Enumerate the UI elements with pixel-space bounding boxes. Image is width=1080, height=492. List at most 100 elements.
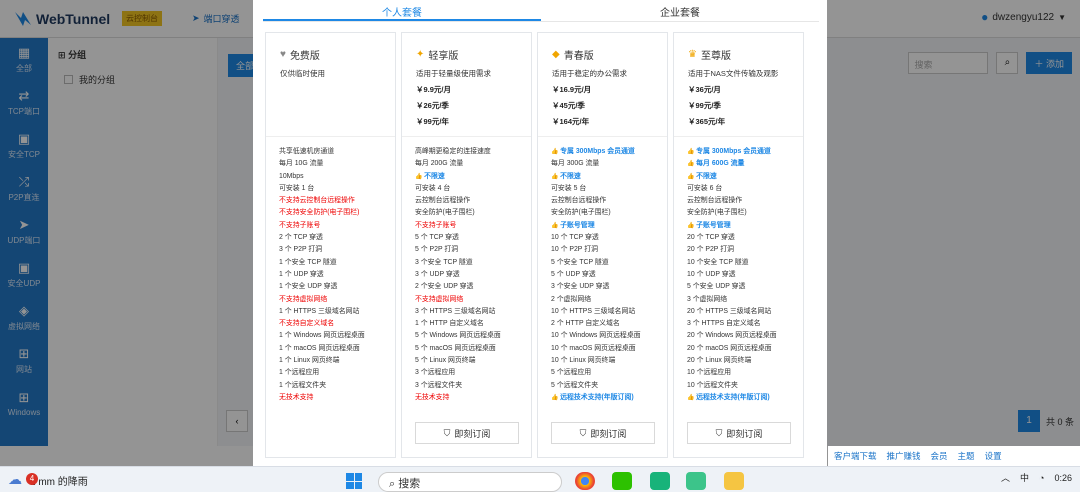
footer-link-settings[interactable]: 设置 bbox=[985, 450, 1002, 462]
plan-price: ￥16.9元/月 bbox=[552, 85, 592, 94]
feature-item: 20 个 TCP 穿透 bbox=[687, 234, 735, 242]
time[interactable]: 0:26 bbox=[1054, 473, 1072, 483]
feature-item: 👍 子账号管理 bbox=[551, 221, 595, 229]
feature-item: 10 个 UDP 穿透 bbox=[687, 270, 736, 278]
feature-item: 不支持虚拟网络 bbox=[415, 295, 464, 303]
feature-item: 5 个 Linux 网页终端 bbox=[415, 357, 476, 365]
chevron-up-icon[interactable]: ︿ bbox=[1001, 471, 1010, 484]
feature-item: 10 个 TCP 穿透 bbox=[551, 234, 599, 242]
plan-description: 适用于稳定的办公需求 bbox=[552, 69, 627, 78]
feature-item: 1 个安全 TCP 隧道 bbox=[279, 258, 337, 266]
feature-item: 无技术支持 bbox=[415, 393, 450, 401]
footer-link-promote[interactable]: 推广赚钱 bbox=[887, 450, 921, 462]
thumbs-up-icon: 👍 bbox=[551, 394, 561, 401]
footer-link-download[interactable]: 客户端下载 bbox=[834, 450, 877, 462]
plan-price: ￥365元/年 bbox=[688, 117, 726, 126]
tab-personal[interactable]: 个人套餐 bbox=[263, 0, 541, 21]
feature-item: 20 个 P2P 打洞 bbox=[687, 246, 734, 254]
feature-item: 10 个远程应用 bbox=[687, 369, 732, 377]
wechat-icon[interactable] bbox=[612, 472, 632, 490]
feature-item: 2 个安全 UDP 穿透 bbox=[415, 283, 474, 291]
start-icon[interactable] bbox=[346, 473, 362, 489]
plan-price: ￥9.9元/月 bbox=[416, 85, 452, 94]
feature-item: 云控制台远程操作 bbox=[415, 197, 471, 205]
wifi-icon[interactable]: ◔ bbox=[1039, 473, 1044, 483]
folder-icon[interactable] bbox=[724, 472, 744, 490]
feature-item: 不支持安全防护(电子围栏) bbox=[279, 209, 360, 217]
feature-item: 3 个远程应用 bbox=[415, 369, 456, 377]
feature-item: 👍 不限速 bbox=[415, 172, 445, 180]
thumbs-up-icon: 👍 bbox=[415, 173, 425, 180]
plan-price: ￥99元/年 bbox=[416, 117, 449, 126]
feature-item: 安全防护(电子围栏) bbox=[551, 209, 611, 217]
feature-item: 3 个安全 TCP 隧道 bbox=[415, 258, 473, 266]
taskbar-search[interactable]: ⌕ 搜索 bbox=[378, 472, 562, 492]
shield-icon: ◆ bbox=[552, 49, 560, 60]
thumbs-up-icon: 👍 bbox=[687, 222, 697, 229]
plan-card: ◆ 青春版 适用于稳定的办公需求 ￥16.9元/月 ￥45元/季 ￥164元/年 👍 专属 … bbox=[537, 32, 668, 458]
plan-header: ♥ 免费版 仅供临时使用 bbox=[266, 33, 395, 137]
app-icon-teal[interactable] bbox=[686, 472, 706, 490]
feature-item: 20 个 macOS 网页远程桌面 bbox=[687, 344, 772, 352]
tab-enterprise[interactable]: 企业套餐 bbox=[541, 0, 819, 21]
feature-item: 无技术支持 bbox=[279, 393, 314, 401]
cart-icon: ⛉ bbox=[715, 427, 723, 438]
footer-link-member[interactable]: 会员 bbox=[931, 450, 948, 462]
thumbs-up-icon: 👍 bbox=[687, 161, 697, 168]
plan-name: 青春版 bbox=[563, 51, 594, 62]
vip-icon: ✦ bbox=[416, 49, 425, 60]
plan-price: ￥99元/季 bbox=[688, 101, 721, 110]
plan-price: ￥164元/年 bbox=[552, 117, 590, 126]
weather-widget[interactable]: ☁ 1 mm 的降雨 bbox=[8, 471, 88, 488]
feature-item: 云控制台远程操作 bbox=[551, 197, 607, 205]
plan-description: 适用于NAS文件传输及观影 bbox=[688, 69, 779, 78]
feature-item: 安全防护(电子围栏) bbox=[687, 209, 747, 217]
feature-item: 3 个远程文件夹 bbox=[415, 381, 463, 389]
feature-item: 安全防护(电子围栏) bbox=[415, 209, 475, 217]
feature-item: 1 个远程应用 bbox=[279, 369, 320, 377]
feature-item: 可安装 1 台 bbox=[279, 184, 315, 192]
subscribe-button[interactable]: ⛉ 即刻订阅 bbox=[415, 422, 519, 444]
feature-item: 👍 每月 600G 流量 bbox=[687, 160, 745, 168]
feature-item: 1 个 Windows 网页远程桌面 bbox=[279, 332, 365, 340]
feature-item: 10 个 HTTPS 三级域名网站 bbox=[551, 307, 636, 315]
subscribe-button[interactable]: ⛉ 即刻订阅 bbox=[551, 422, 655, 444]
heart-icon: ♥ bbox=[280, 49, 286, 60]
feature-item: 5 个 UDP 穿透 bbox=[551, 270, 596, 278]
feature-item: 可安装 5 台 bbox=[551, 184, 587, 192]
crown-icon: ♛ bbox=[688, 49, 697, 60]
ime-icon[interactable]: 中 bbox=[1020, 471, 1029, 484]
plan-modal: 个人套餐 企业套餐 ♥ 免费版 仅供临时使用 共享低速机房通道 每月 10G 流量 10M… bbox=[253, 0, 827, 466]
feature-item: 1 个 macOS 网页远程桌面 bbox=[279, 344, 360, 352]
feature-item: 5 个 TCP 穿透 bbox=[415, 234, 459, 242]
feature-item: 10 个 macOS 网页远程桌面 bbox=[551, 344, 636, 352]
feature-item: 1 个 HTTP 自定义域名 bbox=[415, 320, 484, 328]
app-icon-green[interactable] bbox=[650, 472, 670, 490]
plan-features: 高峰期更稳定的连接速度 每月 200G 流量 👍 不限速 可安装 4 台云控制台远程操… bbox=[402, 146, 533, 404]
feature-item: 3 个 P2P 打洞 bbox=[279, 246, 323, 254]
search-icon: ⌕ bbox=[389, 478, 399, 490]
feature-item: 👍 专属 300Mbps 会员通道 bbox=[687, 148, 771, 155]
feature-item: 10 个 Linux 网页终端 bbox=[551, 357, 616, 365]
feature-item: 20 个 HTTPS 三级域名网站 bbox=[687, 307, 772, 315]
footer-links: 客户端下载 推广赚钱 会员 主题 设置 bbox=[828, 446, 1080, 466]
footer-link-theme[interactable]: 主题 bbox=[958, 450, 975, 462]
feature-item: 1 个 UDP 穿透 bbox=[279, 270, 324, 278]
feature-item: 云控制台远程操作 bbox=[687, 197, 743, 205]
feature-item: 可安装 4 台 bbox=[415, 184, 451, 192]
feature-item: 10 个远程文件夹 bbox=[687, 381, 738, 389]
feature-item: 5 个 P2P 打洞 bbox=[415, 246, 459, 254]
feature-item: 3 个安全 UDP 穿透 bbox=[551, 283, 610, 291]
plan-card: ♥ 免费版 仅供临时使用 共享低速机房通道 每月 10G 流量 10Mbps 可安装 1 台… bbox=[265, 32, 396, 458]
feature-item: 1 个远程文件夹 bbox=[279, 381, 327, 389]
chrome-icon[interactable] bbox=[575, 472, 595, 490]
feature-item: 2 个 HTTP 自定义域名 bbox=[551, 320, 620, 328]
cart-icon: ⛉ bbox=[579, 427, 587, 438]
feature-item: 👍 子账号管理 bbox=[687, 221, 731, 229]
subscribe-button[interactable]: ⛉ 即刻订阅 bbox=[687, 422, 791, 444]
feature-item: 5 个远程应用 bbox=[551, 369, 592, 377]
feature-item: 3 个 HTTPS 自定义域名 bbox=[687, 320, 761, 328]
thumbs-up-icon: 👍 bbox=[687, 173, 697, 180]
feature-item: 3 个 HTTPS 三级域名网站 bbox=[415, 307, 496, 315]
feature-item: 共享低速机房通道 bbox=[279, 148, 335, 155]
